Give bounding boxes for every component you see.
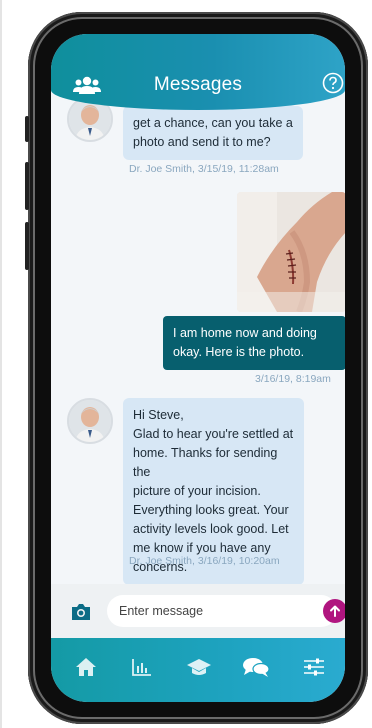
message-line: okay. Here is the photo. (173, 345, 305, 359)
message-list[interactable]: get a chance, can you take a photo and s… (51, 34, 345, 585)
app-screen: get a chance, can you take a photo and s… (51, 34, 345, 702)
send-arrow-icon (330, 605, 340, 617)
message-line: get a chance, can you take a (133, 116, 293, 130)
volume-down-button (25, 222, 29, 270)
mute-switch (25, 116, 29, 142)
message-bubble-incoming: get a chance, can you take a photo and s… (123, 106, 303, 160)
app-header: Messages (51, 34, 345, 110)
message-bubble-outgoing: I am home now and doing okay. Here is th… (163, 316, 345, 370)
home-icon (76, 658, 96, 676)
page-border (0, 0, 2, 728)
message-line: picture of your incision. (133, 484, 261, 498)
tab-messages[interactable] (239, 652, 273, 682)
message-line: I am home now and doing (173, 326, 317, 340)
message-meta: Dr. Joe Smith, 3/15/19, 11:28am (129, 163, 279, 175)
education-cap-icon (187, 659, 211, 675)
page-title: Messages (153, 74, 243, 95)
message-composer (51, 584, 345, 638)
send-button[interactable] (323, 599, 345, 623)
incision-photo[interactable] (237, 192, 345, 312)
volume-up-button (25, 162, 29, 210)
messages-icon (243, 658, 270, 677)
tab-activity[interactable] (125, 652, 159, 682)
message-line: Hi Steve, (133, 408, 184, 422)
activity-chart-icon (132, 659, 151, 676)
help-icon[interactable] (322, 72, 344, 99)
message-meta: 3/16/19, 8:19am (255, 373, 331, 385)
tab-settings[interactable] (297, 652, 331, 682)
message-line: Everything looks great. Your (133, 503, 289, 517)
message-line: Glad to hear you're settled at (133, 427, 294, 441)
message-meta: Dr. Joe Smith, 3/16/19, 10:20am (129, 555, 280, 567)
tab-home[interactable] (69, 652, 103, 682)
tab-education[interactable] (182, 652, 216, 682)
doctor-avatar (67, 398, 113, 444)
message-line: photo and send it to me? (133, 135, 271, 149)
message-line: home. Thanks for sending the (133, 446, 278, 479)
settings-sliders-icon (304, 658, 324, 676)
message-line: activity levels look good. Let (133, 522, 289, 536)
tab-bar (51, 638, 345, 702)
camera-icon[interactable] (71, 603, 91, 626)
message-input[interactable] (107, 595, 337, 627)
